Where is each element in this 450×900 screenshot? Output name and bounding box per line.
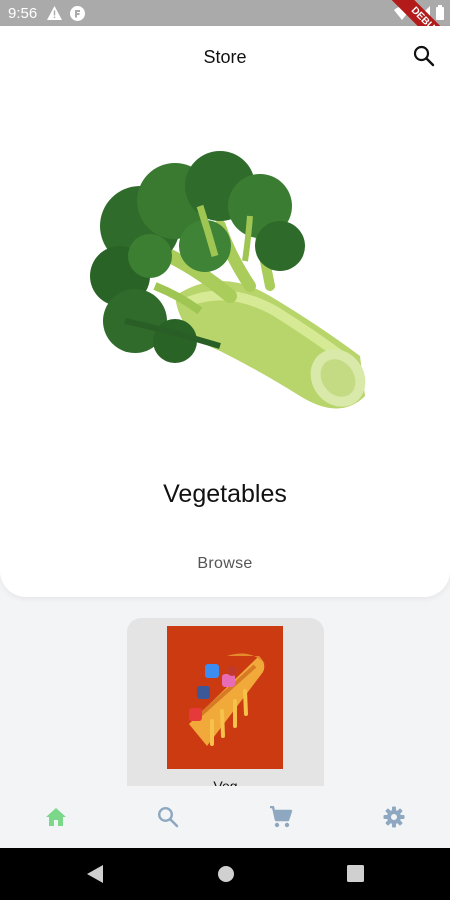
nav-home[interactable] (43, 804, 69, 830)
cart-icon (270, 806, 293, 828)
recents-icon[interactable] (347, 865, 364, 887)
browse-link[interactable]: Browse (0, 555, 450, 573)
settings-icon (383, 806, 405, 828)
category-card[interactable]: Store Vegetables Browse (0, 26, 450, 597)
pizza-image (167, 626, 283, 769)
status-bar: 9:56 DEBUG (0, 0, 450, 67)
category-title: Vegetables (163, 480, 287, 508)
nav-search[interactable] (155, 804, 181, 830)
broccoli-image (80, 146, 370, 418)
page-title: Store (203, 47, 247, 67)
product-card[interactable]: Veg (127, 618, 324, 788)
status-time: 9:56 (8, 4, 38, 22)
nav-settings[interactable] (381, 804, 407, 830)
search-icon (413, 45, 435, 67)
back-icon[interactable] (87, 865, 103, 888)
search-button[interactable] (412, 44, 436, 68)
home-circle-icon[interactable] (217, 865, 235, 888)
flutter-notification-icon (70, 5, 86, 21)
battery-icon (436, 5, 444, 24)
nav-cart[interactable] (268, 804, 294, 830)
system-nav-bar (0, 848, 450, 900)
warning-icon (47, 6, 63, 20)
home-icon (46, 808, 66, 826)
search-icon (157, 806, 179, 828)
bottom-nav (0, 786, 450, 848)
